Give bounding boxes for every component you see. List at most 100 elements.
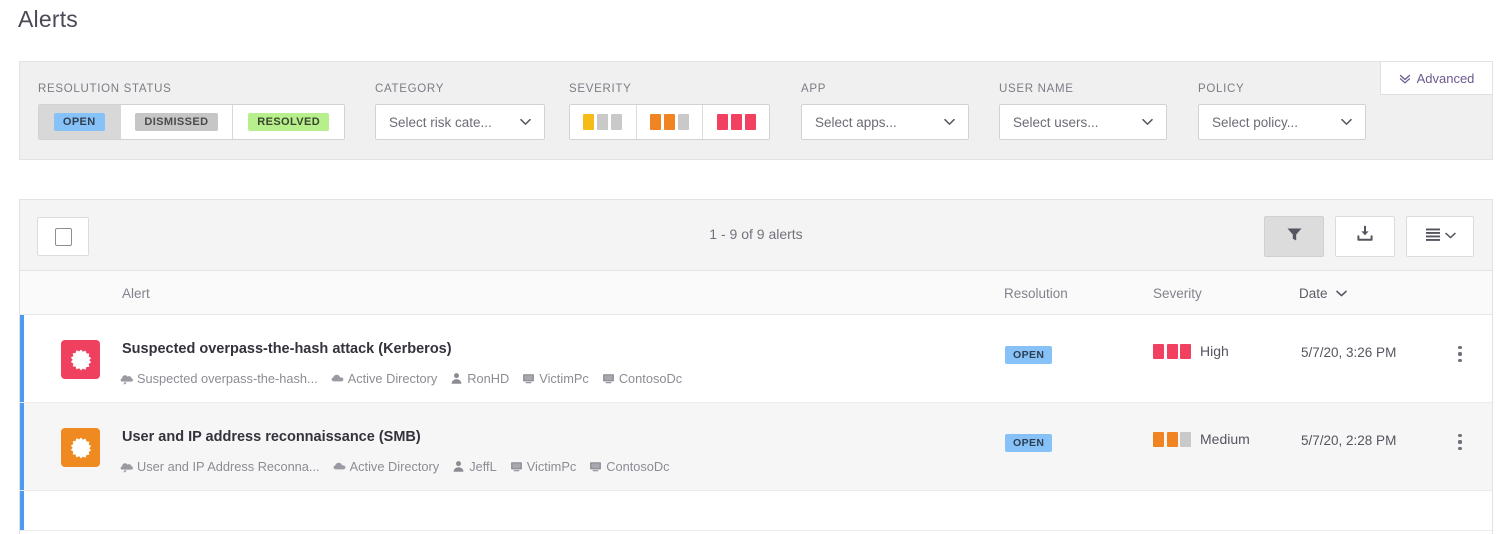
starburst-icon [69,436,93,460]
alert-resolution: OPEN [1005,433,1053,452]
chevron-down-icon [1142,117,1153,128]
computer-icon [522,372,535,385]
policy-icon [120,460,133,473]
severity-bar-empty [1180,431,1191,447]
row-accent-bar [20,315,24,402]
metadata-app-label: Active Directory [349,459,440,474]
metadata-device: VictimPc [510,459,576,474]
metadata-user: JeffL [452,459,497,474]
resolution-status-open[interactable]: OPEN [39,105,121,139]
alert-severity-icon [61,428,100,467]
filter-resolution-status-label: RESOLUTION STATUS [38,83,172,95]
severity-bar-filled [730,114,742,130]
metadata-app: Active Directory [333,459,440,474]
severity-bar-empty [611,114,623,130]
alert-title[interactable]: Suspected overpass-the-hash attack (Kerb… [122,341,452,357]
user-name-select-value: Select users... [1013,114,1099,130]
alerts-page: Alerts Advanced RESOLUTION STATUS OPEN D… [0,0,1510,534]
resolution-status-resolved-label: RESOLVED [248,112,330,132]
table-row[interactable]: Suspected overpass-the-hash attack (Kerb… [20,315,1492,403]
column-header-resolution[interactable]: Resolution [1004,286,1068,301]
alerts-toolbar: 1 - 9 of 9 alerts [20,200,1492,271]
policy-select[interactable]: Select policy... [1198,104,1366,140]
alert-severity: High [1153,343,1229,359]
resolution-status-open-label: OPEN [53,112,105,132]
table-row[interactable]: User and IP address reconnaissance (SMB)… [20,403,1492,491]
category-select[interactable]: Select risk cate... [375,104,545,140]
resolution-status-dismissed-label: DISMISSED [135,112,218,132]
funnel-icon [1286,226,1303,248]
resolution-status-segmented-control: OPEN DISMISSED RESOLVED [38,104,345,140]
app-select[interactable]: Select apps... [801,104,969,140]
severity-bar-filled [1166,343,1178,359]
severity-filter-low[interactable] [570,105,637,139]
severity-bar-filled [583,114,595,130]
chevron-down-icon [520,117,531,128]
alert-title[interactable]: User and IP address reconnaissance (SMB) [122,429,421,445]
export-button[interactable] [1335,216,1395,257]
policy-select-value: Select policy... [1212,114,1299,130]
policy-icon [120,372,133,385]
view-options-button[interactable] [1406,216,1474,257]
metadata-policy-label: User and IP Address Reconna... [137,459,320,474]
metadata-policy: User and IP Address Reconna... [120,459,320,474]
severity-bar-filled [1180,343,1191,359]
severity-filter-high[interactable] [703,105,769,139]
severity-bar-filled [1153,343,1164,359]
alerts-table-card: 1 - 9 of 9 alerts Alert Resolution Sever… [19,199,1493,534]
filter-app-label: APP [801,83,827,95]
metadata-device-label: ContosoDc [618,371,683,386]
severity-filter-medium[interactable] [636,105,704,139]
severity-label: Medium [1200,431,1250,447]
metadata-app-label: Active Directory [347,371,438,386]
severity-bar-filled [744,114,756,130]
app-select-value: Select apps... [815,114,897,130]
severity-bars [1153,343,1191,359]
user-icon [450,372,463,385]
resolution-status-resolved[interactable]: RESOLVED [233,105,344,139]
column-header-date[interactable]: Date [1299,286,1348,301]
table-row[interactable] [20,491,1492,531]
metadata-app: Active Directory [331,371,438,386]
severity-label: High [1200,343,1229,359]
row-accent-bar [20,491,24,530]
alert-severity: Medium [1153,431,1250,447]
advanced-filters-toggle[interactable]: Advanced [1380,62,1492,95]
severity-bar-filled [716,114,728,130]
filter-bar: Advanced RESOLUTION STATUS OPEN DISMISSE… [19,61,1493,160]
starburst-icon [69,348,93,372]
advanced-filters-label: Advanced [1416,70,1475,86]
cloud-icon [333,460,346,473]
metadata-user-label: RonHD [467,371,510,386]
computer-icon [589,460,602,473]
row-actions-menu[interactable] [1452,345,1468,363]
metadata-device: ContosoDc [589,459,670,474]
metadata-policy-label: Suspected overpass-the-hash... [137,371,318,386]
severity-bar-filled [664,114,675,130]
computer-icon [602,372,615,385]
column-header-alert[interactable]: Alert [122,286,150,301]
alert-metadata: User and IP Address Reconna... Active Di… [120,459,670,474]
filter-resolution-status: RESOLUTION STATUS OPEN DISMISSED RESOLVE… [38,83,345,140]
metadata-user-label: JeffL [469,459,497,474]
filter-category-label: CATEGORY [375,83,445,95]
row-actions-menu[interactable] [1452,433,1468,451]
severity-bar-empty [678,114,689,130]
computer-icon [510,460,523,473]
severity-bar-filled [1153,431,1164,447]
filter-policy-label: POLICY [1198,83,1245,95]
alert-metadata: Suspected overpass-the-hash... Active Di… [120,371,682,386]
column-header-severity[interactable]: Severity [1153,286,1202,301]
metadata-policy: Suspected overpass-the-hash... [120,371,318,386]
category-select-value: Select risk cate... [389,114,492,130]
chevron-down-icon [944,117,955,128]
filter-button[interactable] [1264,216,1324,257]
user-name-select[interactable]: Select users... [999,104,1167,140]
alert-resolution: OPEN [1005,345,1053,364]
severity-bar-filled [1166,431,1178,447]
resolution-status-dismissed[interactable]: DISMISSED [120,105,234,139]
metadata-device-label: VictimPc [539,371,589,386]
severity-filter-group [569,104,770,140]
filter-category: CATEGORY Select risk cate... [375,83,545,140]
alert-severity-icon [61,340,100,379]
